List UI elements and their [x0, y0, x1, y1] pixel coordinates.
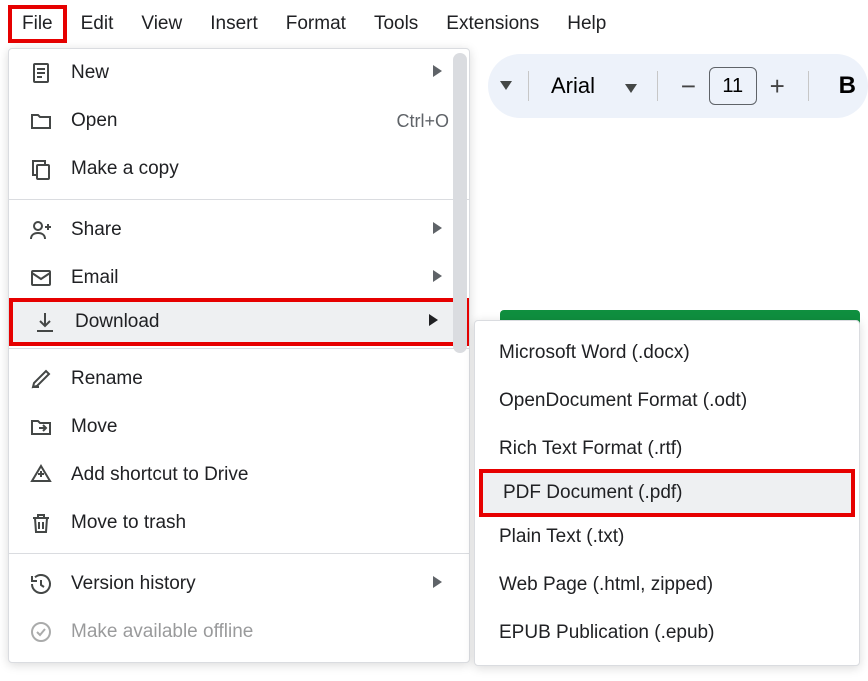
font-increase-button[interactable]: + — [763, 71, 792, 102]
menu-label: Version history — [71, 573, 425, 595]
font-size-input[interactable]: 11 — [709, 67, 757, 105]
menu-email[interactable]: Email — [9, 254, 469, 302]
menu-tools[interactable]: Tools — [360, 5, 432, 43]
menu-label: Email — [71, 267, 425, 289]
download-html[interactable]: Web Page (.html, zipped) — [475, 561, 859, 609]
menu-download[interactable]: Download — [9, 298, 469, 346]
font-name: Arial — [551, 73, 595, 99]
offline-icon — [29, 620, 53, 644]
file-dropdown: New Open Ctrl+O Make a copy Share Email … — [8, 48, 470, 663]
menubar: File Edit View Insert Format Tools Exten… — [0, 0, 868, 48]
copy-icon — [29, 157, 53, 181]
toolbar-more-icon[interactable] — [500, 77, 512, 95]
download-rtf[interactable]: Rich Text Format (.rtf) — [475, 425, 859, 473]
trash-icon — [29, 511, 53, 535]
separator — [9, 553, 469, 554]
menu-label: Rename — [71, 368, 449, 390]
submenu-arrow-icon — [425, 64, 449, 82]
menu-make-copy[interactable]: Make a copy — [9, 145, 469, 193]
menu-label: Download — [75, 311, 421, 333]
menu-rename[interactable]: Rename — [9, 355, 469, 403]
menu-label: Share — [71, 219, 425, 241]
menu-version-history[interactable]: Version history — [9, 560, 469, 608]
menu-format[interactable]: Format — [272, 5, 360, 43]
menu-extensions[interactable]: Extensions — [432, 5, 553, 43]
menu-file[interactable]: File — [8, 5, 67, 43]
menu-add-shortcut[interactable]: Add shortcut to Drive — [9, 451, 469, 499]
folder-icon — [29, 109, 53, 133]
menu-new[interactable]: New — [9, 49, 469, 97]
menu-view[interactable]: View — [127, 5, 196, 43]
document-icon — [29, 61, 53, 85]
pencil-icon — [29, 367, 53, 391]
chevron-down-icon — [625, 73, 637, 99]
download-epub[interactable]: EPUB Publication (.epub) — [475, 609, 859, 657]
menu-make-offline[interactable]: Make available offline — [9, 608, 469, 656]
history-icon — [29, 572, 53, 596]
menu-open[interactable]: Open Ctrl+O — [9, 97, 469, 145]
menu-label: Move to trash — [71, 512, 449, 534]
separator — [9, 348, 469, 349]
bold-button[interactable]: B — [839, 72, 856, 100]
menu-label: Open — [71, 110, 396, 132]
menu-move[interactable]: Move — [9, 403, 469, 451]
download-odt[interactable]: OpenDocument Format (.odt) — [475, 377, 859, 425]
drive-shortcut-icon — [29, 463, 53, 487]
menu-label: Make a copy — [71, 158, 449, 180]
menu-label: Move — [71, 416, 449, 438]
submenu-arrow-icon — [421, 313, 445, 331]
download-icon — [33, 310, 57, 334]
download-docx[interactable]: Microsoft Word (.docx) — [475, 329, 859, 377]
font-selector[interactable]: Arial — [545, 69, 641, 103]
download-txt[interactable]: Plain Text (.txt) — [475, 513, 859, 561]
folder-move-icon — [29, 415, 53, 439]
mail-icon — [29, 266, 53, 290]
submenu-arrow-icon — [425, 269, 449, 287]
menu-label: Make available offline — [71, 621, 449, 643]
menu-label: New — [71, 62, 425, 84]
menu-insert[interactable]: Insert — [196, 5, 272, 43]
submenu-arrow-icon — [425, 221, 449, 239]
menu-edit[interactable]: Edit — [67, 5, 128, 43]
menu-help[interactable]: Help — [553, 5, 620, 43]
separator — [9, 199, 469, 200]
font-decrease-button[interactable]: − — [674, 71, 703, 102]
shortcut-label: Ctrl+O — [396, 111, 449, 132]
menu-move-trash[interactable]: Move to trash — [9, 499, 469, 547]
scrollbar[interactable] — [453, 53, 467, 491]
menu-label: Add shortcut to Drive — [71, 464, 449, 486]
submenu-arrow-icon — [425, 575, 449, 593]
toolbar: Arial − 11 + B — [488, 54, 868, 118]
download-pdf[interactable]: PDF Document (.pdf) — [479, 469, 855, 517]
person-add-icon — [29, 218, 53, 242]
download-submenu: Microsoft Word (.docx) OpenDocument Form… — [474, 320, 860, 666]
menu-share[interactable]: Share — [9, 206, 469, 254]
